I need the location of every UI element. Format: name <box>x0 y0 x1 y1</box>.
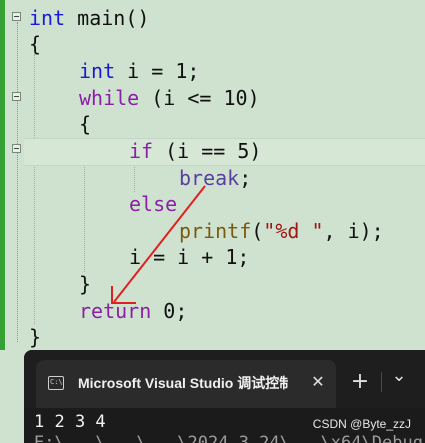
console-output-line: 1 2 3 4 <box>34 412 106 432</box>
new-tab-button[interactable]: + <box>346 368 374 396</box>
watermark: CSDN @Byte_zzJ <box>312 417 411 431</box>
chevron-down-icon[interactable]: ⌄ <box>385 362 413 390</box>
annotation-arrow <box>111 185 206 304</box>
code-editor[interactable]: int main() { int i = 1; while (i <= 10) … <box>0 0 425 350</box>
arrow-shaft <box>113 185 206 303</box>
console-tab-bar: C:\ Microsoft Visual Studio 调试控制台 ✕ + ⌄ <box>24 350 425 408</box>
console-output-line-partial: E:\...\...\...\2024.3.24\...\x64\Debug <box>34 433 423 443</box>
divider <box>381 372 382 392</box>
close-icon[interactable]: ✕ <box>306 370 330 394</box>
console-tab-title: Microsoft Visual Studio 调试控制台 <box>78 375 288 391</box>
terminal-icon: C:\ <box>48 376 64 390</box>
console-tab[interactable]: C:\ Microsoft Visual Studio 调试控制台 ✕ <box>36 360 336 408</box>
